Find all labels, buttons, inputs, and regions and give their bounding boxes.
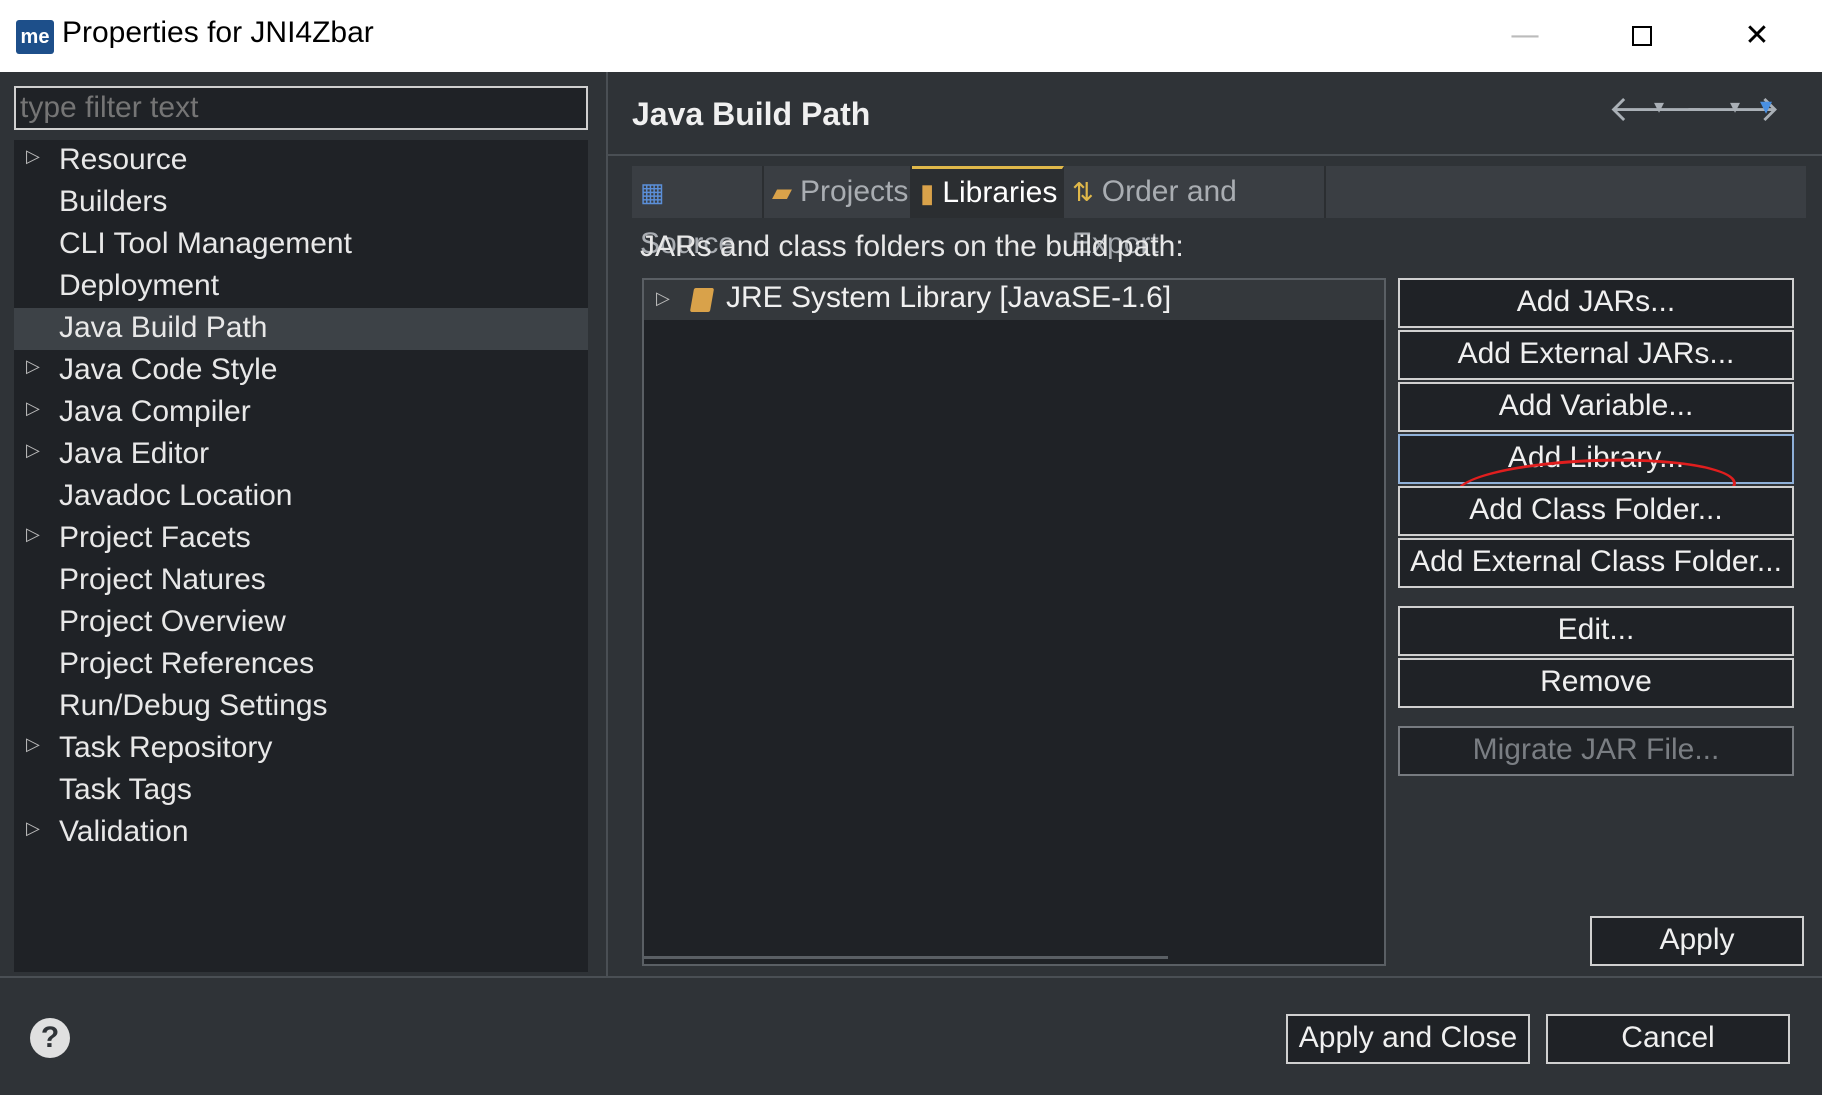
tree-item-label: Java Code Style bbox=[59, 353, 278, 386]
add-variable-button[interactable]: Add Variable... bbox=[1398, 382, 1794, 432]
tree-item-label: Project Facets bbox=[59, 521, 251, 554]
tab-libraries-label: Libraries bbox=[942, 176, 1058, 209]
library-book-icon: ▮ bbox=[920, 178, 935, 208]
expand-arrow-icon[interactable]: ▷ bbox=[26, 524, 40, 545]
window-title: Properties for JNI4Zbar bbox=[62, 16, 374, 49]
tree-item-label: Javadoc Location bbox=[59, 479, 293, 512]
tree-item-label: Java Compiler bbox=[59, 395, 251, 428]
tree-item-java-build-path[interactable]: Java Build Path bbox=[14, 308, 588, 350]
expand-arrow-icon[interactable]: ▷ bbox=[26, 356, 40, 377]
tree-item-label: Task Tags bbox=[59, 773, 192, 806]
tree-item-task-repository[interactable]: ▷ Task Repository bbox=[14, 728, 588, 770]
tree-item-label: Resource bbox=[59, 143, 188, 176]
tree-item-label: Project Overview bbox=[59, 605, 286, 638]
tab-libraries[interactable]: ▮ Libraries bbox=[912, 166, 1064, 218]
expand-arrow-icon[interactable]: ▷ bbox=[26, 146, 40, 167]
remove-button[interactable]: Remove bbox=[1398, 658, 1794, 708]
tree-item-task-tags[interactable]: Task Tags bbox=[14, 770, 588, 812]
migrate-jar-button: Migrate JAR File... bbox=[1398, 726, 1794, 776]
add-class-folder-button[interactable]: Add Class Folder... bbox=[1398, 486, 1794, 536]
tree-item-label: Project References bbox=[59, 647, 315, 680]
tree-item-label: Java Editor bbox=[59, 437, 210, 470]
tab-order-and-export[interactable]: ⇅ Order and Export bbox=[1064, 166, 1326, 260]
tree-item-builders[interactable]: Builders bbox=[14, 182, 588, 224]
tree-item-label: Run/Debug Settings bbox=[59, 689, 328, 722]
add-external-class-folder-button[interactable]: Add External Class Folder... bbox=[1398, 538, 1794, 588]
tree-item-cli-tool-management[interactable]: CLI Tool Management bbox=[14, 224, 588, 266]
library-book-icon bbox=[689, 288, 715, 312]
tree-item-label: Deployment bbox=[59, 269, 220, 302]
tree-item-label: CLI Tool Management bbox=[59, 227, 352, 260]
back-dropdown-icon[interactable]: ▾ bbox=[1654, 94, 1664, 118]
source-folder-icon: ▦ bbox=[640, 177, 665, 207]
apply-button[interactable]: Apply bbox=[1590, 916, 1804, 966]
tree-item-java-compiler[interactable]: ▷ Java Compiler bbox=[14, 392, 588, 434]
minimize-button[interactable]: — bbox=[1480, 10, 1570, 62]
tree-item-project-facets[interactable]: ▷ Project Facets bbox=[14, 518, 588, 560]
tab-projects-label: Projects bbox=[800, 175, 909, 208]
menu-dropdown-icon[interactable]: ▾ bbox=[1760, 92, 1772, 120]
apply-and-close-button[interactable]: Apply and Close bbox=[1286, 1014, 1530, 1064]
libraries-list[interactable]: ▷ JRE System Library [JavaSE-1.6] bbox=[642, 278, 1386, 966]
help-icon[interactable]: ? bbox=[30, 1018, 70, 1058]
tree-item-project-overview[interactable]: Project Overview bbox=[14, 602, 588, 644]
add-external-jars-button[interactable]: Add External JARs... bbox=[1398, 330, 1794, 380]
list-item[interactable]: ▷ JRE System Library [JavaSE-1.6] bbox=[644, 280, 1384, 320]
filter-input[interactable] bbox=[14, 86, 588, 130]
library-label: JRE System Library [JavaSE-1.6] bbox=[726, 281, 1172, 314]
expand-arrow-icon[interactable]: ▷ bbox=[26, 734, 40, 755]
tree-item-javadoc-location[interactable]: Javadoc Location bbox=[14, 476, 588, 518]
footer-divider bbox=[0, 976, 1822, 978]
tree-item-project-natures[interactable]: Project Natures bbox=[14, 560, 588, 602]
tree-item-label: Project Natures bbox=[59, 563, 266, 596]
left-panel: ▷ Resource Builders CLI Tool Management Depl… bbox=[0, 72, 606, 976]
edit-button[interactable]: Edit... bbox=[1398, 606, 1794, 656]
tree-item-resource[interactable]: ▷ Resource bbox=[14, 140, 588, 182]
close-button[interactable]: ✕ bbox=[1712, 10, 1802, 62]
tree-item-deployment[interactable]: Deployment bbox=[14, 266, 588, 308]
cancel-button[interactable]: Cancel bbox=[1546, 1014, 1790, 1064]
forward-dropdown-icon[interactable]: ▾ bbox=[1730, 94, 1740, 118]
add-jars-button[interactable]: Add JARs... bbox=[1398, 278, 1794, 328]
header-divider bbox=[608, 154, 1822, 156]
tab-bar: ▦Source ▰ Projects ▮ Libraries ⇅ Order and … bbox=[632, 166, 1806, 260]
maximize-icon bbox=[1632, 26, 1652, 46]
maximize-button[interactable] bbox=[1596, 10, 1686, 62]
tree-item-project-references[interactable]: Project References bbox=[14, 644, 588, 686]
order-arrows-icon: ⇅ bbox=[1072, 177, 1094, 207]
tree-item-validation[interactable]: ▷ Validation bbox=[14, 812, 588, 854]
tree-item-run-debug-settings[interactable]: Run/Debug Settings bbox=[14, 686, 588, 728]
expand-arrow-icon[interactable]: ▷ bbox=[26, 440, 40, 461]
tab-projects[interactable]: ▰ Projects bbox=[764, 166, 912, 218]
tree-item-java-editor[interactable]: ▷ Java Editor bbox=[14, 434, 588, 476]
right-panel: Java Build Path 🡐 ▾ 🡒 ▾ ▾ ▦Source ▰ Proje… bbox=[608, 72, 1822, 976]
tree-item-label: Task Repository bbox=[59, 731, 273, 764]
horizontal-scrollbar[interactable] bbox=[644, 956, 1168, 959]
expand-arrow-icon[interactable]: ▷ bbox=[26, 818, 40, 839]
libraries-section-label: JARs and class folders on the build path… bbox=[640, 230, 1184, 263]
expand-arrow-icon[interactable]: ▷ bbox=[656, 288, 670, 309]
title-bar: me Properties for JNI4Zbar — ✕ bbox=[0, 0, 1822, 72]
app-logo-icon: me bbox=[16, 20, 54, 54]
tree-item-label: Java Build Path bbox=[59, 311, 268, 344]
tree-item-label: Validation bbox=[59, 815, 189, 848]
properties-tree: ▷ Resource Builders CLI Tool Management Depl… bbox=[14, 140, 588, 972]
expand-arrow-icon[interactable]: ▷ bbox=[26, 398, 40, 419]
tree-item-java-code-style[interactable]: ▷ Java Code Style bbox=[14, 350, 588, 392]
tree-item-label: Builders bbox=[59, 185, 168, 218]
folder-icon: ▰ bbox=[772, 177, 792, 207]
tab-source[interactable]: ▦Source bbox=[632, 166, 764, 260]
page-title: Java Build Path bbox=[632, 96, 871, 132]
